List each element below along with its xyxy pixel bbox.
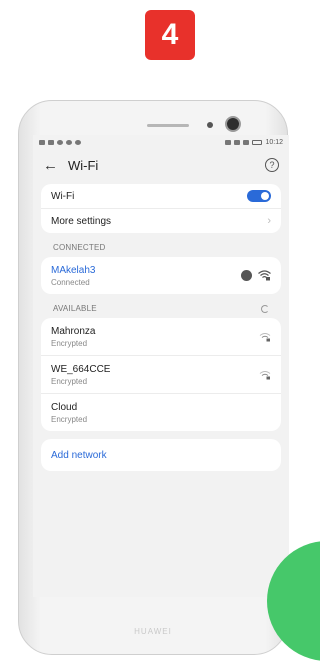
help-icon[interactable]: ? (265, 158, 279, 172)
connected-section-label: CONNECTED (33, 233, 289, 257)
network-name: Cloud (51, 401, 78, 413)
network-speed-icon (243, 140, 250, 145)
network-row-we-664cce[interactable]: WE_664CCE Encrypted (41, 355, 281, 393)
network-row-cloud[interactable]: Cloud Encrypted (41, 393, 281, 431)
page-title: Wi-Fi (68, 157, 99, 173)
proximity-sensor (207, 122, 213, 128)
wifi-signal-icon (258, 270, 271, 281)
network-name: WE_664CCE (51, 363, 111, 375)
app-bar: ← Wi-Fi ? (33, 150, 289, 180)
wifi-toggle-label: Wi-Fi (51, 190, 75, 202)
wifi-locked-icon (259, 370, 271, 380)
connected-network-text: MAkelah3 Connected (51, 265, 95, 287)
scanning-spinner-icon (261, 304, 269, 313)
mute-icon (234, 140, 241, 145)
wifi-settings-card: Wi-Fi More settings › (41, 184, 281, 233)
network-text: WE_664CCE Encrypted (51, 364, 110, 386)
available-section-label: AVAILABLE (33, 294, 289, 318)
connected-network-row[interactable]: MAkelah3 Connected (41, 257, 281, 294)
network-name: MAkelah3 (51, 264, 96, 276)
connected-heading: CONNECTED (53, 243, 106, 252)
nfc-icon (225, 140, 232, 145)
chevron-right-icon: › (267, 215, 271, 227)
connected-network-card: MAkelah3 Connected (41, 257, 281, 294)
earpiece-speaker (147, 124, 189, 127)
app-notification-icon (75, 140, 81, 145)
network-name: Mahronza (51, 325, 96, 337)
signal-icon (48, 140, 54, 145)
arrow-left-icon[interactable]: ← (43, 157, 58, 174)
sim-icon (39, 140, 45, 145)
available-networks-card: Mahronza Encrypted WE_664CCE Encrypted C… (41, 318, 281, 431)
available-heading: AVAILABLE (53, 304, 97, 313)
network-row-mahronza[interactable]: Mahronza Encrypted (41, 318, 281, 355)
more-settings-row[interactable]: More settings › (41, 208, 281, 233)
phone-frame: 10:12 ← Wi-Fi ? Wi-Fi More settings › CO… (18, 100, 320, 661)
status-icons-left (39, 140, 81, 145)
more-settings-label: More settings (51, 215, 112, 227)
wifi-status-icon (57, 140, 63, 145)
connected-network-icons (241, 270, 271, 281)
network-status: Connected (51, 277, 90, 287)
network-security: Encrypted (51, 414, 88, 424)
wifi-settings-screen: 10:12 ← Wi-Fi ? Wi-Fi More settings › CO… (33, 135, 289, 597)
network-details-icon[interactable] (241, 270, 252, 281)
step-number-badge: 4 (145, 10, 195, 60)
front-camera (225, 116, 241, 132)
brand-logo: HUAWEI (134, 627, 172, 636)
notification-icon (66, 140, 72, 145)
add-network-button[interactable]: Add network (41, 439, 281, 471)
add-network-card: Add network (41, 439, 281, 471)
network-text: Mahronza Encrypted (51, 326, 95, 348)
status-time: 10:12 (265, 139, 283, 146)
status-icons-right: 10:12 (225, 139, 283, 146)
battery-icon (252, 140, 263, 145)
network-text: Cloud Encrypted (51, 402, 87, 424)
wifi-toggle-row[interactable]: Wi-Fi (41, 184, 281, 208)
network-security: Encrypted (51, 338, 88, 348)
wifi-locked-icon (259, 332, 271, 342)
network-security: Encrypted (51, 376, 88, 386)
status-bar: 10:12 (33, 135, 289, 150)
wifi-toggle-switch[interactable] (247, 190, 271, 202)
